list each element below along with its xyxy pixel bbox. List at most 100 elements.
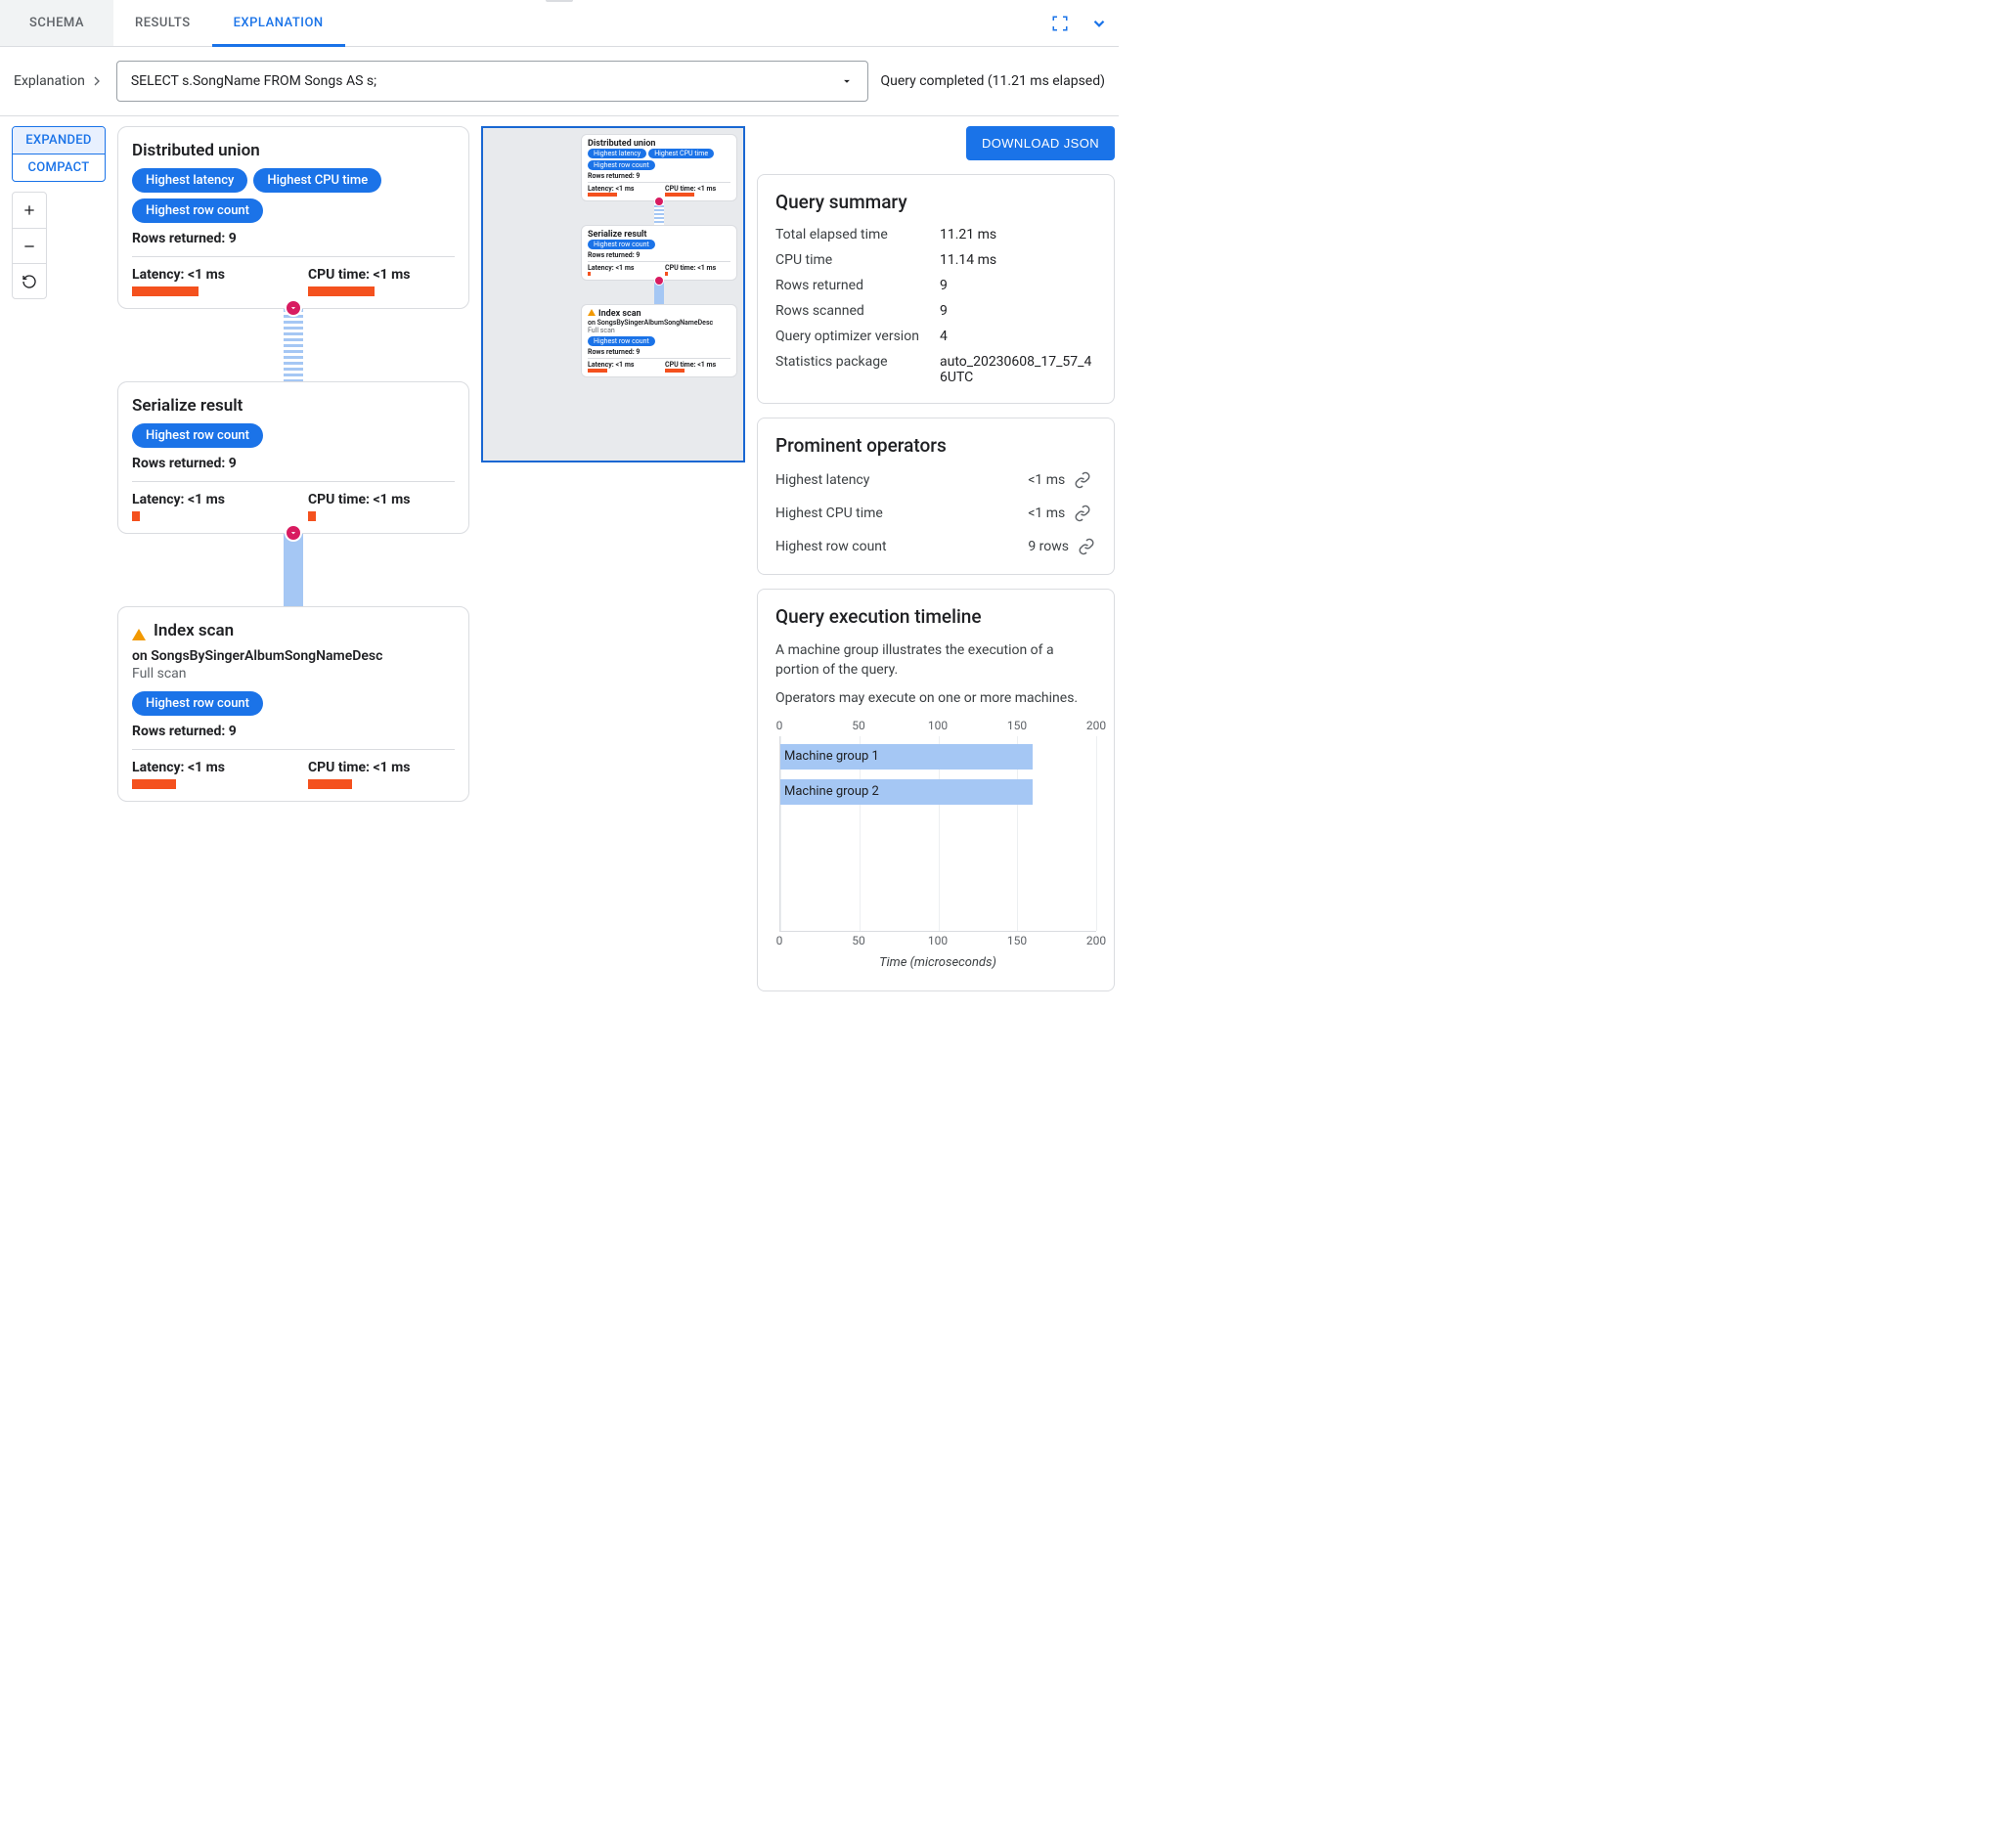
latency-bar xyxy=(132,511,140,521)
zoom-reset-button[interactable] xyxy=(13,263,46,298)
query-summary-heading: Query summary xyxy=(775,191,1096,213)
axis-tick: 150 xyxy=(1007,719,1027,732)
prominent-operators-panel: Prominent operators Highest latency <1 ms… xyxy=(757,418,1115,575)
pill-row: Highest latencyHighest CPU time Highest r… xyxy=(132,168,455,223)
summary-value: auto_20230608_17_57_46UTC xyxy=(940,354,1096,385)
zoom-in-button[interactable] xyxy=(13,193,46,228)
summary-key: Rows returned xyxy=(775,278,932,293)
metrics-row: Latency: <1 msCPU time: <1 ms xyxy=(132,256,455,296)
summary-value: 4 xyxy=(940,329,1096,344)
plan-tree[interactable]: Distributed unionHighest latencyHighest … xyxy=(117,126,469,802)
latency-bar xyxy=(132,286,199,296)
cpu-bar xyxy=(308,511,316,521)
right-panels: DOWNLOAD JSON Query summary Total elapse… xyxy=(757,126,1119,991)
prominent-value: 9 rows xyxy=(1028,537,1096,556)
fullscreen-icon[interactable] xyxy=(1040,0,1080,46)
link-icon[interactable] xyxy=(1073,504,1092,523)
axis-tick: 200 xyxy=(1086,719,1106,732)
prominent-key: Highest CPU time xyxy=(775,506,1018,521)
collapse-toggle-icon[interactable] xyxy=(285,299,302,317)
connector xyxy=(117,534,469,606)
query-row: Explanation SELECT s.SongName FROM Songs… xyxy=(0,47,1119,116)
tab-results[interactable]: RESULTS xyxy=(113,0,212,46)
main-area: EXPANDED COMPACT Distributed unionHighes… xyxy=(0,116,1119,1011)
mini-title: Serialize result xyxy=(588,230,646,240)
node-subtitle-grey: Full scan xyxy=(132,666,455,682)
summary-key: Rows scanned xyxy=(775,303,932,319)
link-icon[interactable] xyxy=(1073,470,1092,490)
minimap-wrap: Distributed unionHighest latencyHighest … xyxy=(481,126,745,462)
timeline-plot: Machine group 1 Machine group 2 xyxy=(779,736,1096,932)
query-text: SELECT s.SongName FROM Songs AS s; xyxy=(131,73,376,89)
summary-key: Query optimizer version xyxy=(775,329,932,344)
minimap-node[interactable]: Index scanon SongsBySingerAlbumSongNameD… xyxy=(581,304,737,377)
stat-pill: Highest latency xyxy=(132,168,247,193)
minimap-node[interactable]: Distributed unionHighest latencyHighest … xyxy=(581,134,737,201)
node-subtitle: on SongsBySingerAlbumSongNameDesc xyxy=(132,648,455,664)
timeline-xlabel: Time (microseconds) xyxy=(779,955,1096,970)
view-toggle: EXPANDED COMPACT xyxy=(12,126,106,182)
drag-handle[interactable] xyxy=(546,0,573,2)
warning-icon xyxy=(132,629,146,640)
query-select[interactable]: SELECT s.SongName FROM Songs AS s; xyxy=(116,61,869,102)
breadcrumb-label: Explanation xyxy=(14,73,85,89)
chevron-right-icon xyxy=(89,73,105,89)
warning-icon xyxy=(588,309,596,316)
cpu-bar xyxy=(308,779,352,789)
summary-value: 9 xyxy=(940,278,1096,293)
plan-node[interactable]: Index scan on SongsBySingerAlbumSongNameD… xyxy=(117,606,469,802)
summary-value: 9 xyxy=(940,303,1096,319)
latency-bar xyxy=(132,779,176,789)
cpu-label: CPU time: <1 ms xyxy=(308,760,455,775)
plan-node[interactable]: Serialize resultHighest row countRows re… xyxy=(117,381,469,534)
minimap[interactable]: Distributed unionHighest latencyHighest … xyxy=(481,126,745,462)
metrics-row: Latency: <1 ms CPU time: <1 ms xyxy=(132,749,455,789)
axis-tick: 100 xyxy=(928,719,948,732)
view-compact[interactable]: COMPACT xyxy=(13,154,105,181)
timeline-desc2: Operators may execute on one or more mac… xyxy=(775,689,1096,709)
summary-value: 11.14 ms xyxy=(940,252,1096,268)
expand-icon[interactable] xyxy=(1080,0,1119,46)
minimap-node[interactable]: Serialize resultHighest row countRows re… xyxy=(581,225,737,281)
summary-key: Statistics package xyxy=(775,354,932,385)
zoom-controls xyxy=(12,192,47,299)
timeline-bar[interactable]: Machine group 1 xyxy=(780,744,1033,770)
timeline-chart: 050100150200Machine group 1Machine group… xyxy=(775,719,1096,973)
prominent-value: <1 ms xyxy=(1028,470,1096,490)
tab-explanation[interactable]: EXPLANATION xyxy=(212,0,345,46)
rows-returned: Rows returned: 9 xyxy=(132,456,455,471)
latency-label: Latency: <1 ms xyxy=(132,760,279,775)
stat-pill: Highest CPU time xyxy=(253,168,381,193)
rows-returned: Rows returned: 9 xyxy=(132,724,455,739)
axis-tick: 200 xyxy=(1086,934,1106,947)
stat-pill: Highest row count xyxy=(132,691,263,716)
zoom-out-button[interactable] xyxy=(13,228,46,263)
view-expanded[interactable]: EXPANDED xyxy=(13,127,105,154)
latency-label: Latency: <1 ms xyxy=(132,492,279,507)
plan-node[interactable]: Distributed unionHighest latencyHighest … xyxy=(117,126,469,309)
axis-tick: 50 xyxy=(852,934,865,947)
prominent-key: Highest latency xyxy=(775,472,1018,488)
axis-tick: 150 xyxy=(1007,934,1027,947)
prominent-key: Highest row count xyxy=(775,539,1018,554)
timeline-bar[interactable]: Machine group 2 xyxy=(780,779,1033,805)
node-title: Distributed union xyxy=(132,141,455,160)
pill-row: Highest row count xyxy=(132,691,455,716)
download-json-button[interactable]: DOWNLOAD JSON xyxy=(966,126,1115,160)
pill-row: Highest row count xyxy=(132,423,455,448)
collapse-toggle-icon[interactable] xyxy=(285,524,302,542)
timeline-heading: Query execution timeline xyxy=(775,605,1096,628)
axis-tick: 50 xyxy=(852,719,865,732)
mini-title: Distributed union xyxy=(588,139,655,149)
link-icon[interactable] xyxy=(1077,537,1096,556)
metrics-row: Latency: <1 ms CPU time: <1 ms xyxy=(132,481,455,521)
cpu-label: CPU time: <1 ms xyxy=(308,492,455,507)
stat-pill: Highest row count xyxy=(132,198,263,223)
summary-key: CPU time xyxy=(775,252,932,268)
node-title: Index scan xyxy=(154,621,234,640)
breadcrumb: Explanation xyxy=(14,73,105,89)
left-controls: EXPANDED COMPACT xyxy=(12,126,106,299)
mini-title: Index scan xyxy=(598,309,641,319)
tab-schema[interactable]: SCHEMA xyxy=(0,0,113,46)
prominent-heading: Prominent operators xyxy=(775,434,1096,457)
